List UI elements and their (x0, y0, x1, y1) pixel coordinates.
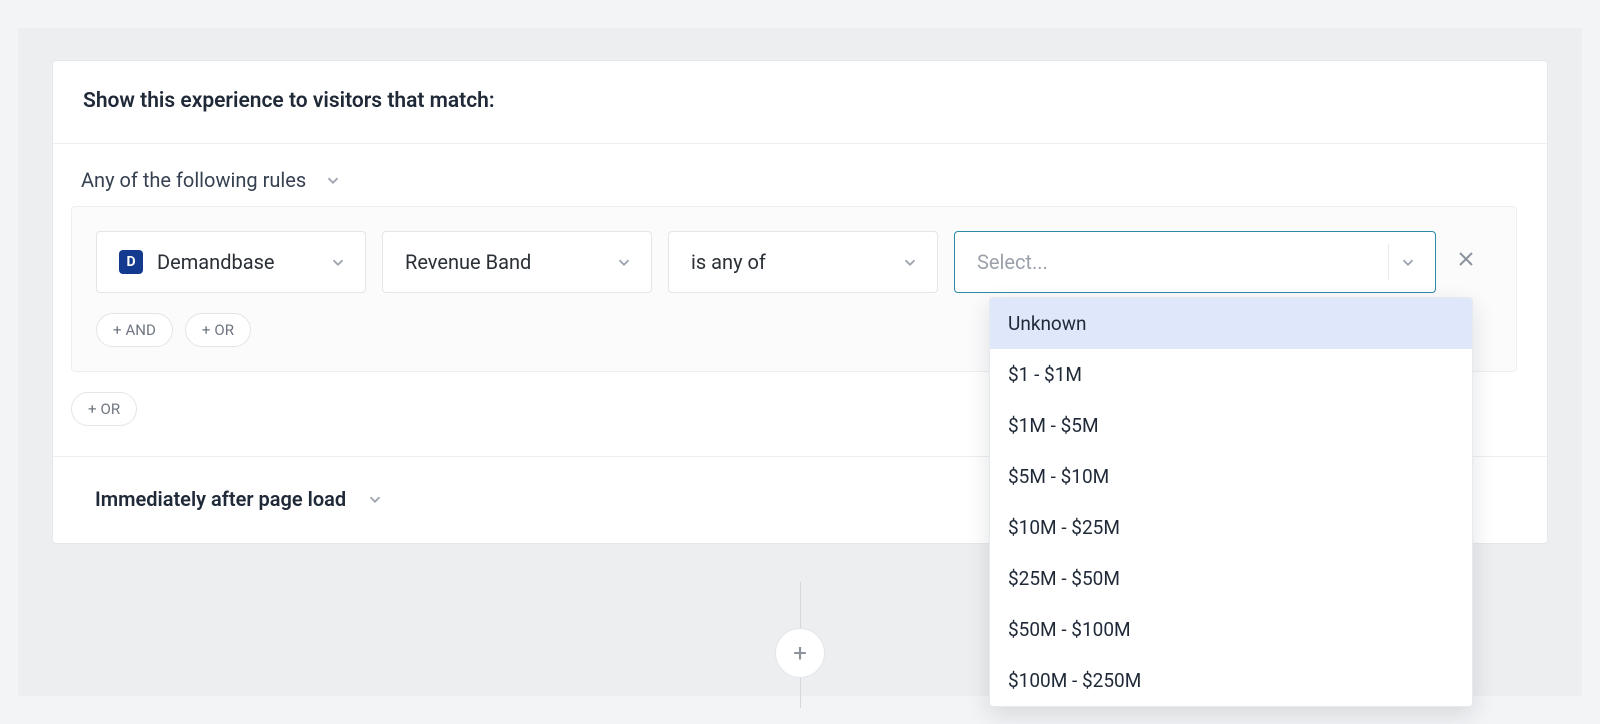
dropdown-option[interactable]: $25M - $50M (990, 553, 1472, 604)
match-mode-label: Any of the following rules (81, 168, 306, 192)
timing-label: Immediately after page load (95, 487, 346, 511)
chevron-down-icon (324, 171, 342, 189)
add-or-button[interactable]: + OR (185, 313, 251, 347)
card-title: Show this experience to visitors that ma… (83, 89, 1517, 113)
dropdown-option[interactable]: $100M - $250M (990, 655, 1472, 706)
dropdown-option[interactable]: $1M - $5M (990, 400, 1472, 451)
add-and-button[interactable]: + AND (96, 313, 173, 347)
integration-label: Demandbase (157, 250, 275, 274)
demandbase-icon: D (119, 250, 143, 274)
connector-line (800, 582, 801, 628)
rule-group: D Demandbase Revenue Band (71, 206, 1517, 372)
integration-select[interactable]: D Demandbase (96, 231, 366, 293)
value-placeholder: Select... (977, 250, 1048, 274)
connector-line (800, 678, 801, 708)
add-group-or-button[interactable]: + OR (71, 392, 137, 426)
operator-label: is any of (691, 250, 766, 274)
rules-section: Any of the following rules D Demandbase (53, 144, 1547, 457)
value-dropdown: Unknown$1 - $1M$1M - $5M$5M - $10M$10M -… (989, 297, 1473, 707)
card-header: Show this experience to visitors that ma… (53, 61, 1547, 144)
or-label: OR (214, 321, 234, 339)
chevron-down-icon (901, 253, 919, 271)
chevron-down-icon (329, 253, 347, 271)
plus-icon: + (88, 400, 97, 418)
remove-rule-button[interactable] (1452, 248, 1480, 276)
page-background: Show this experience to visitors that ma… (18, 28, 1582, 696)
value-select[interactable]: Select... (954, 231, 1436, 293)
field-label: Revenue Band (405, 250, 531, 274)
rule-row: D Demandbase Revenue Band (96, 231, 1492, 293)
add-step-button[interactable]: + (775, 628, 825, 678)
and-label: AND (126, 321, 156, 339)
field-select[interactable]: Revenue Band (382, 231, 652, 293)
chevron-down-icon (615, 253, 633, 271)
dropdown-option[interactable]: $1 - $1M (990, 349, 1472, 400)
dropdown-option[interactable]: $5M - $10M (990, 451, 1472, 502)
plus-icon: + (793, 639, 807, 667)
dropdown-option[interactable]: $50M - $100M (990, 604, 1472, 655)
operator-select[interactable]: is any of (668, 231, 938, 293)
match-mode-select[interactable]: Any of the following rules (71, 168, 1517, 192)
close-icon (1456, 249, 1476, 275)
plus-icon: + (202, 321, 211, 339)
plus-icon: + (113, 321, 122, 339)
dropdown-option[interactable]: Unknown (990, 298, 1472, 349)
flow-connector: + (775, 582, 825, 708)
chevron-down-icon (1399, 253, 1417, 271)
dropdown-option[interactable]: $10M - $25M (990, 502, 1472, 553)
chevron-down-icon (366, 490, 384, 508)
or-label: OR (101, 400, 121, 418)
rules-card: Show this experience to visitors that ma… (52, 60, 1548, 544)
